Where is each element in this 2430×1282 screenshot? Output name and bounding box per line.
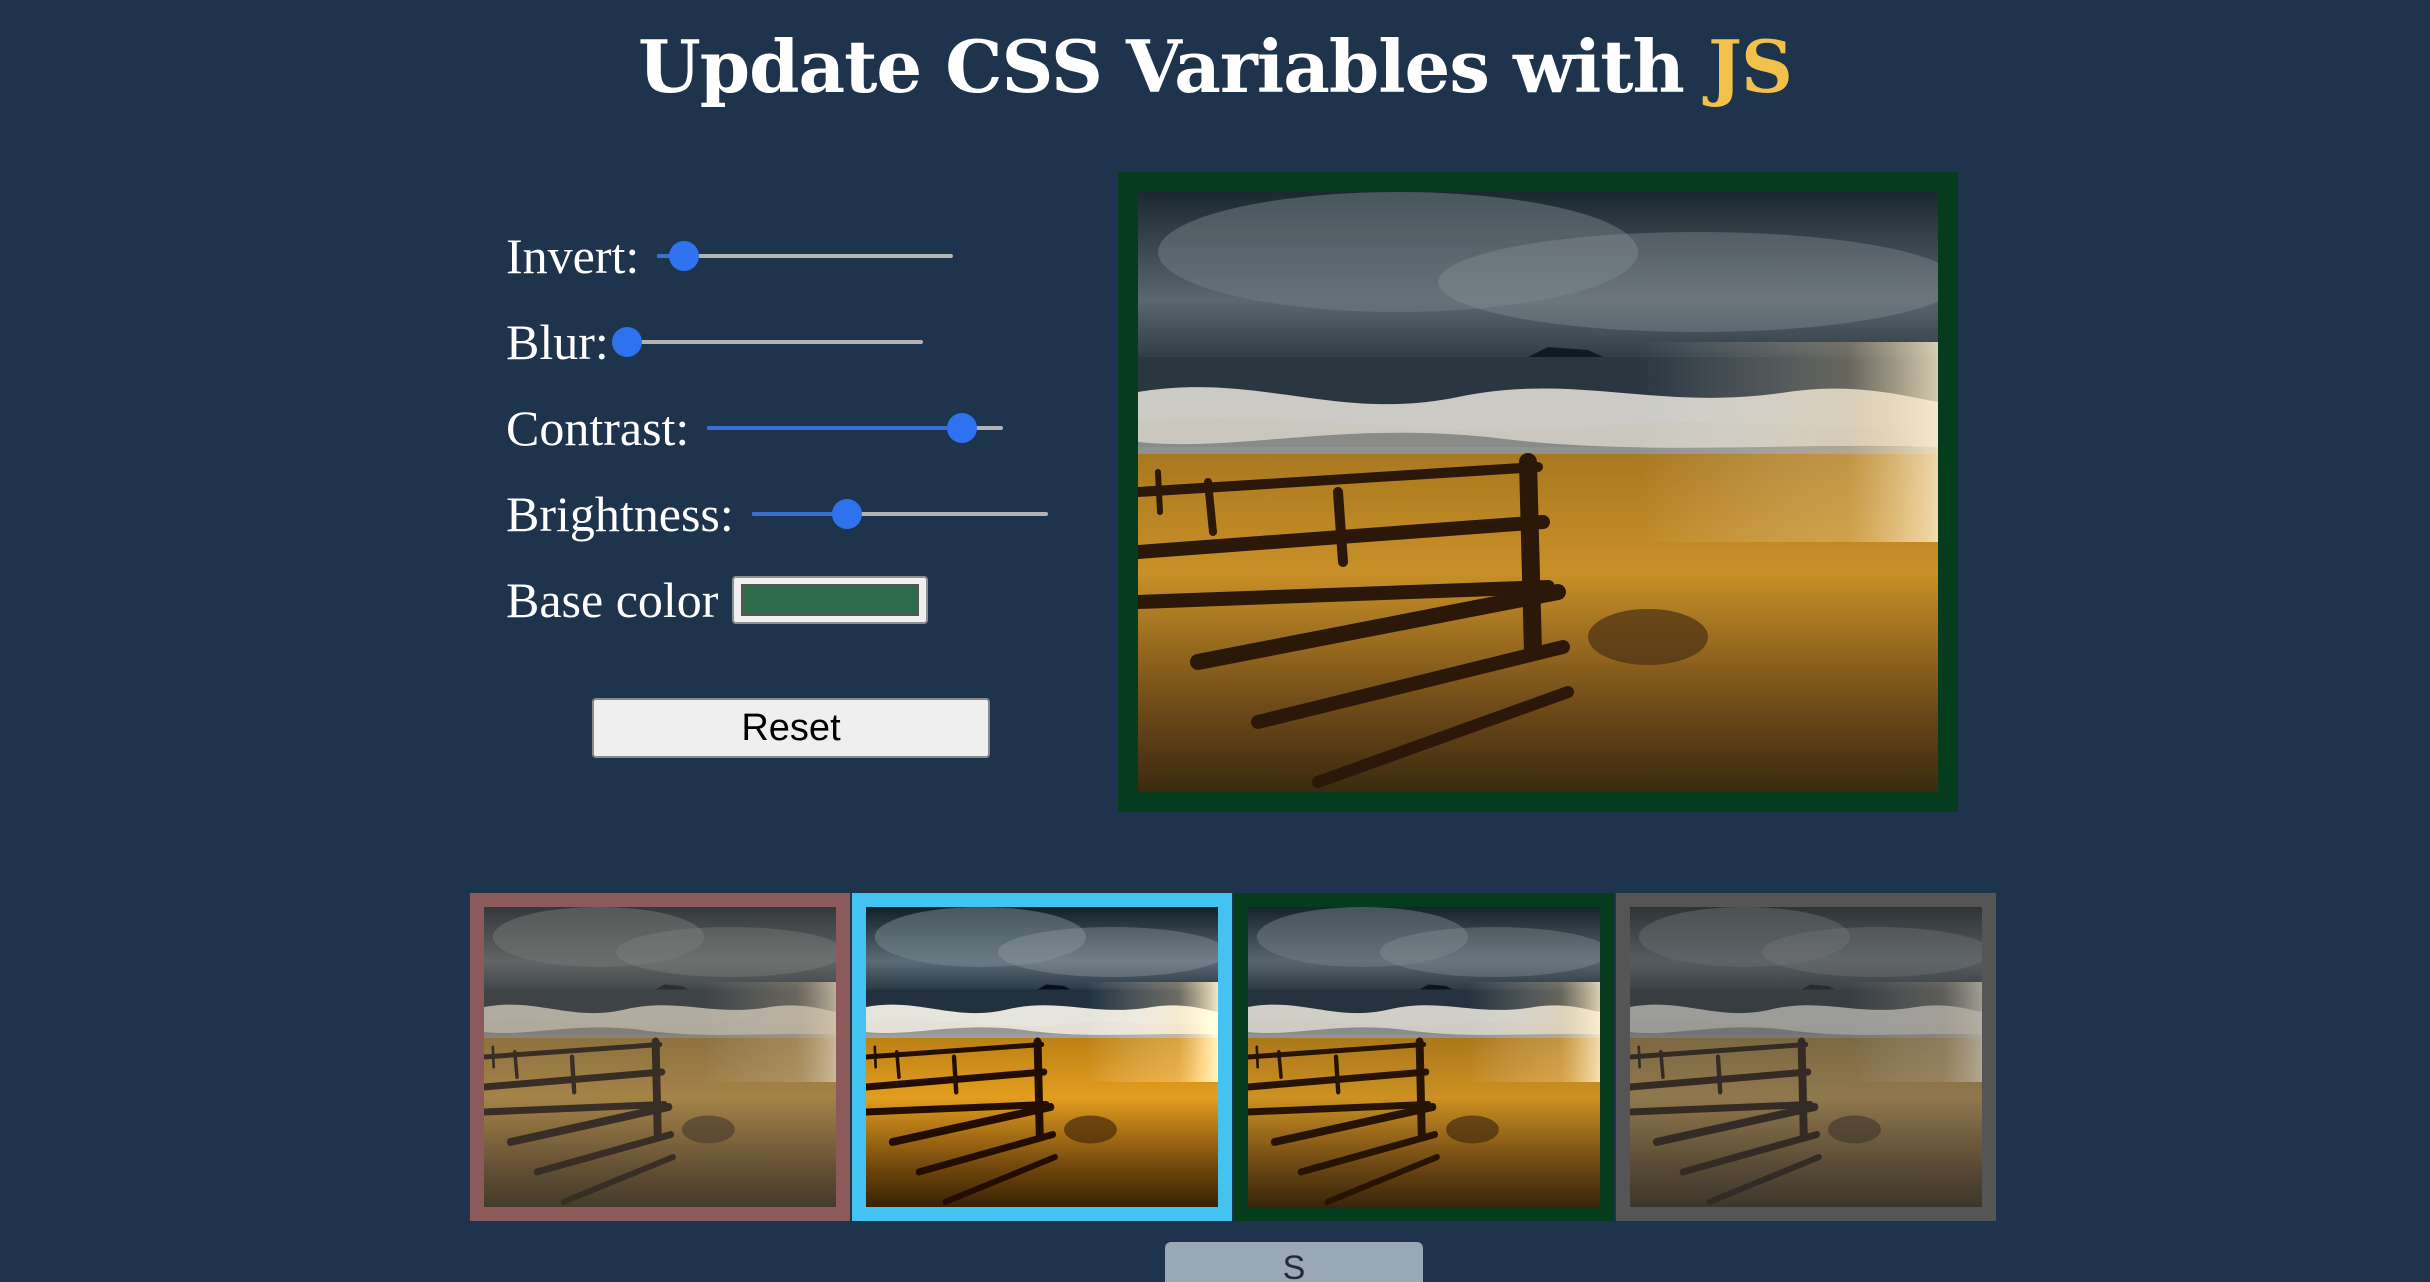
page-title: Update CSS Variables with JS	[0, 22, 2430, 112]
thumbnail-2[interactable]	[852, 893, 1232, 1221]
brightness-control: Brightness:	[506, 484, 1048, 544]
contrast-slider[interactable]	[707, 408, 1004, 448]
contrast-slider-fill	[707, 426, 962, 430]
landscape-image	[1138, 192, 1938, 792]
reset-button[interactable]: Reset	[592, 698, 990, 758]
brightness-slider[interactable]	[751, 494, 1048, 534]
main-image-frame	[1118, 172, 1958, 812]
blur-slider[interactable]	[611, 322, 923, 362]
invert-slider-thumb[interactable]	[668, 241, 699, 271]
contrast-label: Contrast:	[506, 400, 690, 456]
blur-slider-thumb[interactable]	[611, 327, 642, 357]
invert-control: Invert:	[506, 226, 954, 286]
thumbnail-image	[866, 907, 1218, 1207]
brightness-label: Brightness:	[506, 486, 734, 542]
thumbnail-image	[484, 907, 836, 1207]
page-title-accent: JS	[1707, 24, 1793, 109]
invert-slider[interactable]	[657, 236, 954, 276]
base-color-picker[interactable]	[732, 576, 929, 624]
blur-slider-track	[626, 340, 923, 344]
thumbnail-4[interactable]	[1616, 893, 1996, 1221]
partially-visible-button-label: S	[1282, 1249, 1306, 1282]
base-color-label: Base color	[506, 572, 719, 628]
blur-control: Blur:	[506, 312, 923, 372]
thumbnail-image	[1630, 907, 1982, 1207]
thumbnail-1[interactable]	[470, 893, 850, 1221]
contrast-slider-thumb[interactable]	[946, 413, 977, 443]
thumbnail-3[interactable]	[1234, 893, 1614, 1221]
base-color-control: Base color	[506, 570, 929, 630]
brightness-slider-thumb[interactable]	[831, 499, 862, 529]
invert-slider-track	[657, 254, 954, 258]
blur-label: Blur:	[506, 314, 609, 370]
contrast-control: Contrast:	[506, 398, 1004, 458]
thumbnail-image	[1248, 907, 1600, 1207]
base-color-swatch	[741, 584, 920, 616]
partially-visible-button[interactable]: S	[1165, 1242, 1423, 1282]
invert-label: Invert:	[506, 228, 640, 284]
page-title-text: Update CSS Variables with	[637, 24, 1708, 109]
